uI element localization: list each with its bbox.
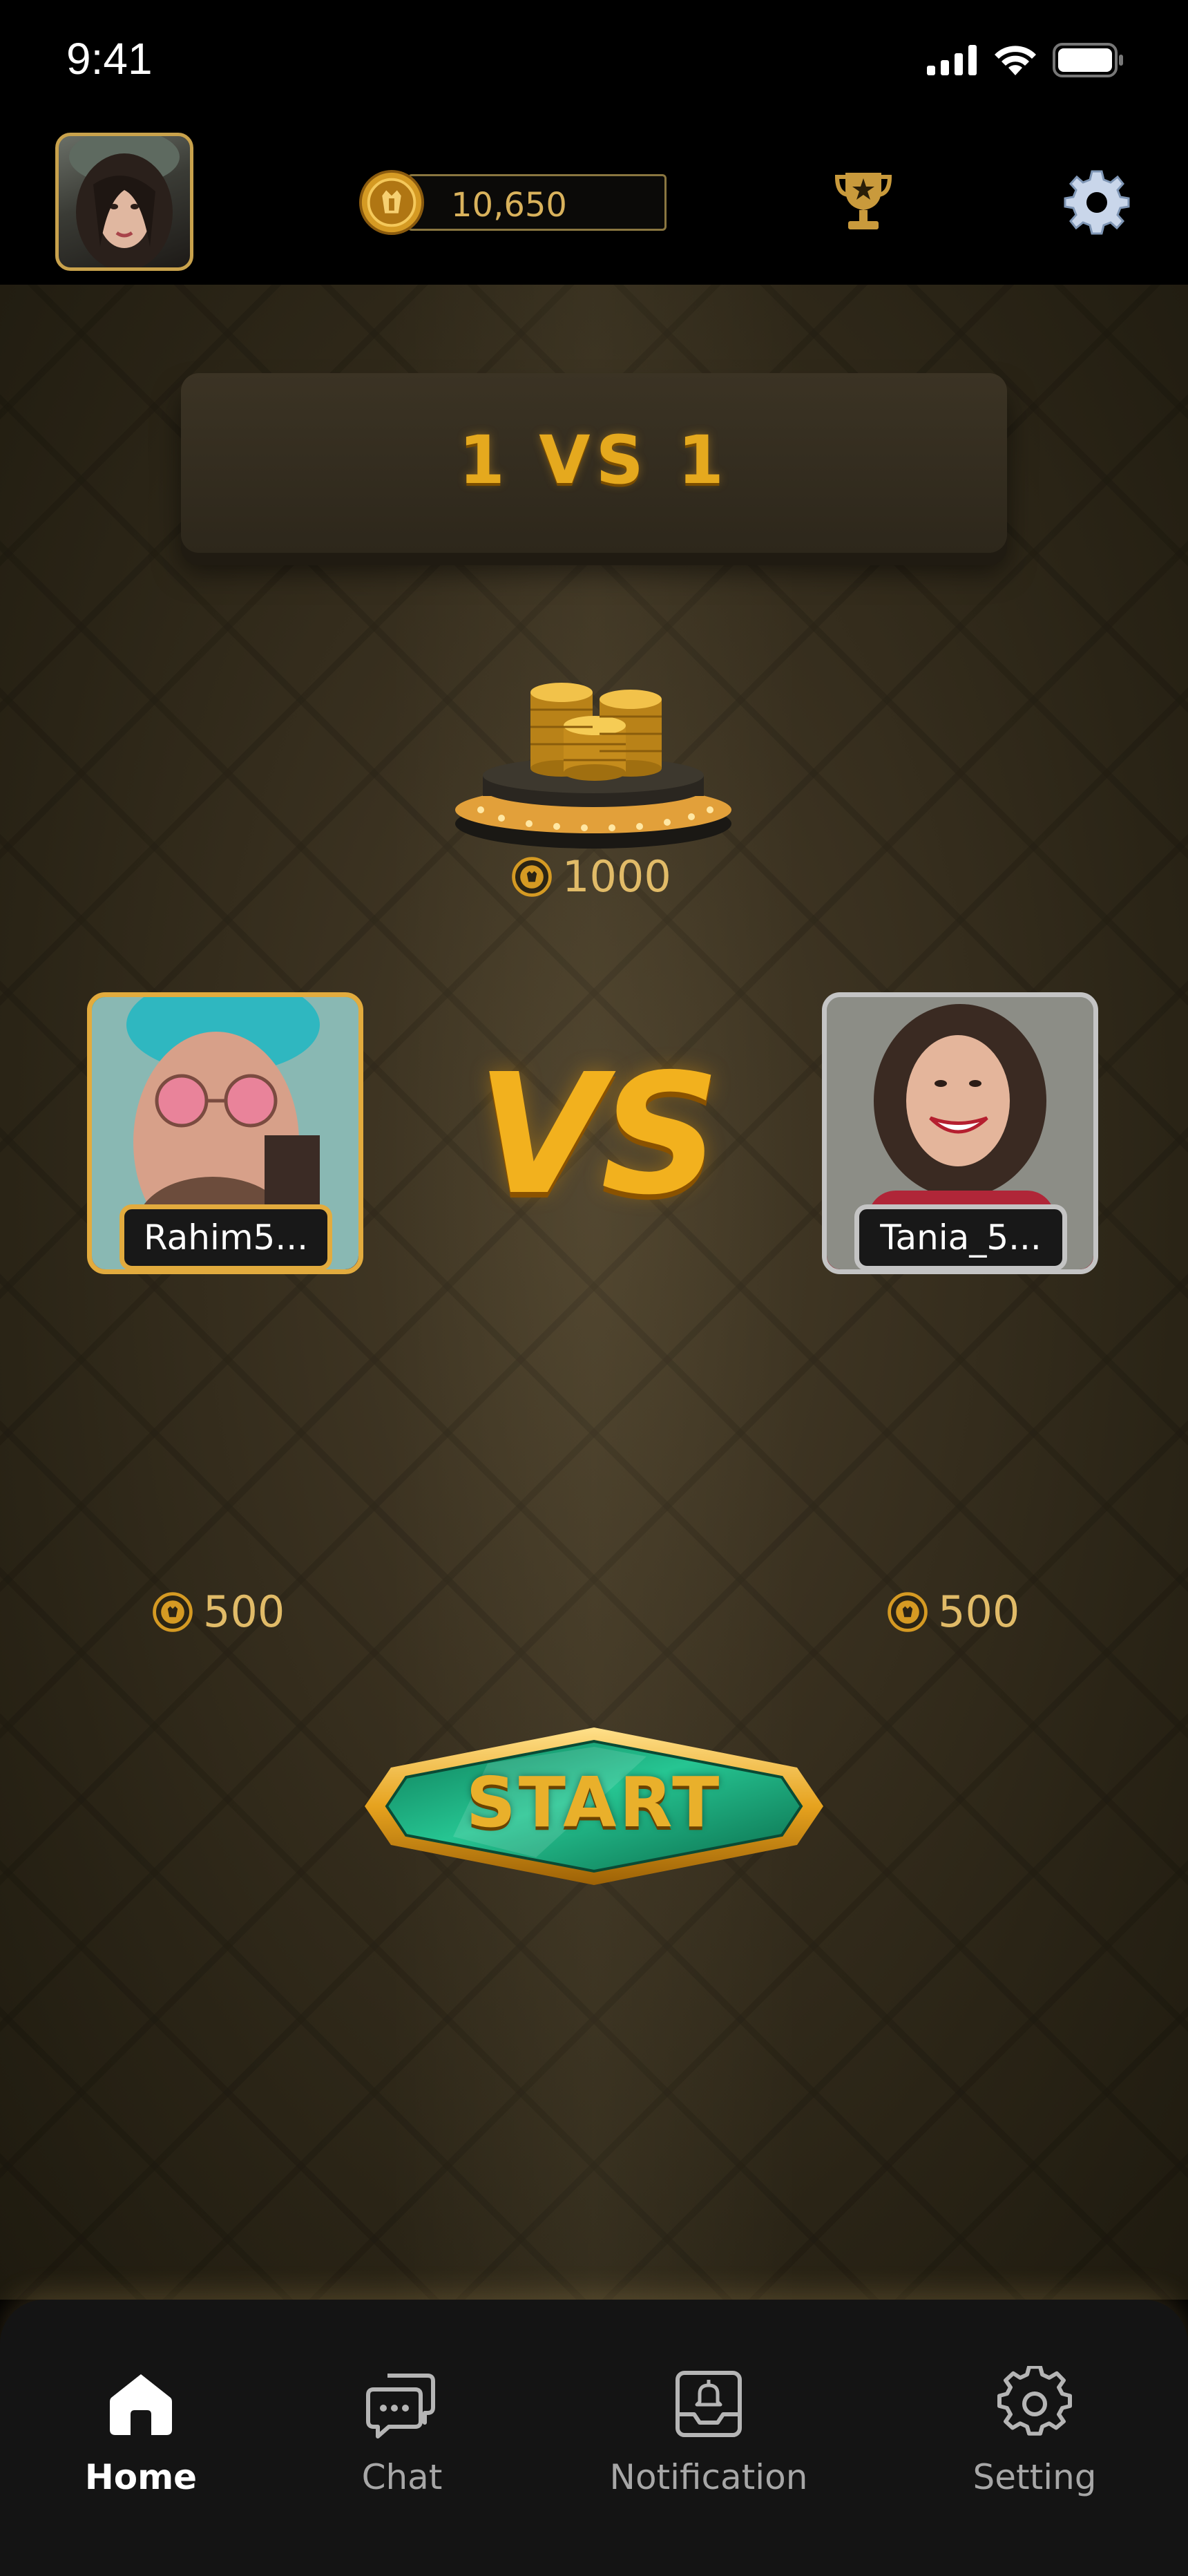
home-icon [110,2374,172,2435]
player-name-tag-left: Rahim5... [119,1204,332,1271]
bet-amount-right: 500 [938,1587,1020,1637]
player-name-tag-right: Tania_5... [854,1204,1067,1271]
profile-avatar[interactable] [55,133,193,271]
prize-amount: 1000 [562,851,671,902]
trophy-icon[interactable] [834,169,892,234]
signal-icon [927,45,977,75]
start-button[interactable]: START [363,1726,825,1886]
nav-label-notification: Notification [609,2457,808,2497]
coin-balance-box: 10,650 [408,174,667,231]
avatar-photo [69,136,180,267]
nav-item-setting[interactable]: Setting [917,2366,1152,2497]
game-lobby: 1 VS 1 1000 Rahim5... 500 VS Tania_5... … [0,285,1188,2300]
player-card-right[interactable]: Tania_5... [822,992,1098,1274]
coin-icon [512,856,552,897]
prize-coins-stand-icon [455,683,731,849]
game-mode-title: 1 VS 1 [459,422,729,499]
bet-amount-left: 500 [203,1587,285,1637]
versus-label: VS [477,1038,720,1231]
nav-item-notification[interactable]: Notification [591,2366,826,2497]
spotlight-glow [387,285,801,2300]
player-bet-right: 500 [887,1587,1019,1637]
prize-pool: 1000 [511,851,671,902]
coin-balance-text: 10,650 [451,186,567,225]
coin-icon [358,169,425,236]
nav-label-home: Home [84,2457,198,2497]
battery-icon [1053,43,1123,77]
game-mode-panel: 1 VS 1 [181,373,1007,553]
coin-icon [153,1591,193,1632]
status-bar: 9:41 [0,0,1188,124]
wifi-icon [995,46,1036,75]
notification-icon [676,2371,742,2437]
nav-label-setting: Setting [973,2457,1097,2497]
player-bet-left: 500 [152,1587,285,1637]
settings-gear-icon[interactable] [1062,167,1131,236]
status-icons [927,43,1124,77]
top-bar: 10,650 [0,124,1188,285]
nav-item-chat[interactable]: Chat [285,2366,519,2497]
nav-label-chat: Chat [361,2457,443,2497]
coin-icon [888,1591,928,1632]
bottom-nav: Home Chat Notification Setting [0,2300,1188,2576]
start-button-label: START [466,1762,722,1843]
nav-item-home[interactable]: Home [23,2366,258,2497]
player-card-left[interactable]: Rahim5... [87,992,363,1274]
settings-icon [997,2366,1072,2436]
status-time: 9:41 [66,34,153,84]
chat-icon [366,2374,435,2438]
